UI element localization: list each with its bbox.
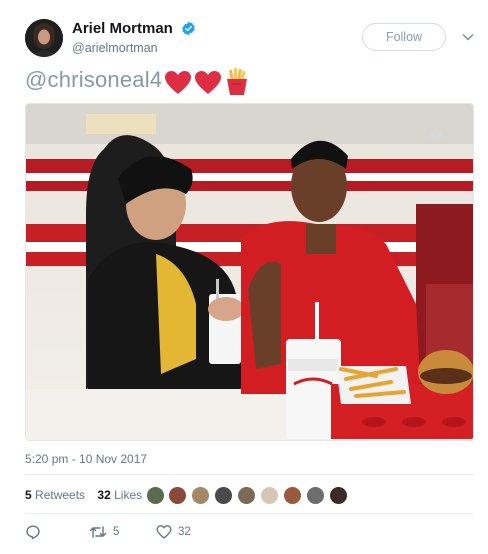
liker-avatar[interactable] <box>306 486 325 505</box>
likes-stat[interactable]: 32 Likes <box>97 488 142 502</box>
author-display-name[interactable]: Ariel Mortman <box>72 20 173 37</box>
retweet-button[interactable]: 5 <box>89 523 129 541</box>
chevron-down-icon[interactable] <box>460 29 476 45</box>
author-avatar[interactable] <box>25 19 63 57</box>
liker-avatar[interactable] <box>146 486 165 505</box>
author-handle[interactable]: @arielmortman <box>72 41 196 55</box>
heart-icon <box>156 525 172 539</box>
liker-avatar[interactable] <box>329 486 348 505</box>
like-button[interactable]: 32 <box>156 523 196 541</box>
stats-divider-top <box>25 474 474 475</box>
red-heart-icon <box>195 71 221 94</box>
likes-count: 32 <box>97 488 111 502</box>
likes-label: Likes <box>114 488 143 502</box>
retweets-stat[interactable]: 5 Retweets <box>25 488 85 502</box>
reply-icon <box>26 525 40 540</box>
tweet-timestamp[interactable]: 5:20 pm - 10 Nov 2017 <box>25 452 147 466</box>
french-fries-icon <box>227 68 247 95</box>
retweet-icon <box>89 526 107 538</box>
retweets-count: 5 <box>25 488 32 502</box>
liker-avatar[interactable] <box>237 486 256 505</box>
tweet-mention-link[interactable]: @chrisoneal4 <box>25 67 162 93</box>
retweet-count: 5 <box>113 526 120 538</box>
liker-avatar[interactable] <box>283 486 302 505</box>
tweet-photo[interactable] <box>25 103 474 441</box>
retweets-label: Retweets <box>35 488 86 502</box>
liker-avatar[interactable] <box>260 486 279 505</box>
follow-button[interactable]: Follow <box>362 23 446 51</box>
engagement-stats: 5 Retweets 32 Likes <box>25 488 142 502</box>
reply-button[interactable] <box>25 523 45 541</box>
verified-badge-icon <box>181 21 196 36</box>
liker-avatar[interactable] <box>168 486 187 505</box>
like-count: 32 <box>178 526 191 538</box>
stats-divider-bottom <box>25 513 474 514</box>
tweet-header: Ariel Mortman @arielmortman Follow <box>22 16 476 60</box>
red-heart-icon <box>165 71 191 94</box>
author-name-block: Ariel Mortman @arielmortman <box>72 20 196 55</box>
liker-avatar[interactable] <box>214 486 233 505</box>
liker-avatar[interactable] <box>191 486 210 505</box>
